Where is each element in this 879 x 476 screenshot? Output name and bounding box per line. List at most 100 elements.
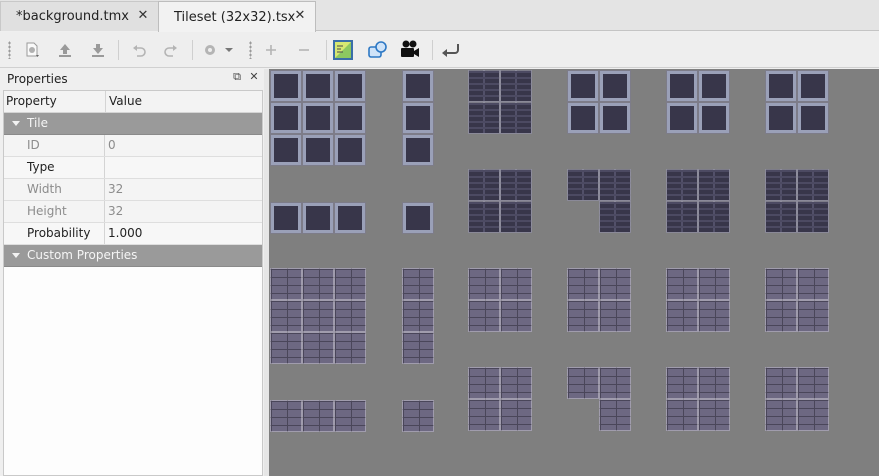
tile[interactable] <box>402 268 434 300</box>
tile[interactable] <box>698 169 730 201</box>
column-header-value[interactable]: Value <box>105 91 142 112</box>
camera-icon[interactable] <box>399 39 421 61</box>
tile[interactable] <box>302 400 334 432</box>
tile[interactable] <box>334 300 366 332</box>
tile[interactable] <box>302 268 334 300</box>
tile[interactable] <box>666 70 698 102</box>
group-tile[interactable]: Tile <box>4 113 262 135</box>
tile[interactable] <box>797 300 829 332</box>
tile[interactable] <box>500 102 532 134</box>
tile[interactable] <box>599 201 631 233</box>
tile[interactable] <box>567 268 599 300</box>
tile[interactable] <box>698 399 730 431</box>
chevron-down-icon[interactable] <box>12 121 20 126</box>
chevron-down-icon[interactable] <box>222 39 236 61</box>
toolbar-grip[interactable] <box>249 41 252 59</box>
tile[interactable] <box>567 367 599 399</box>
float-icon[interactable]: ⧉ <box>231 71 243 83</box>
tile[interactable] <box>468 268 500 300</box>
tile[interactable] <box>765 399 797 431</box>
tile[interactable] <box>270 300 302 332</box>
tile[interactable] <box>334 332 366 364</box>
tile[interactable] <box>402 300 434 332</box>
tile[interactable] <box>797 70 829 102</box>
tile[interactable] <box>270 202 302 234</box>
tile[interactable] <box>765 70 797 102</box>
tile[interactable] <box>334 400 366 432</box>
new-icon[interactable] <box>21 39 43 61</box>
close-icon[interactable]: ✕ <box>248 71 260 83</box>
remove-icon[interactable] <box>293 39 315 61</box>
tile[interactable] <box>567 102 599 134</box>
tile[interactable] <box>666 367 698 399</box>
property-row-probability[interactable]: Probability 1.000 <box>4 223 262 245</box>
tile[interactable] <box>599 70 631 102</box>
tile[interactable] <box>797 102 829 134</box>
tile[interactable] <box>599 399 631 431</box>
tile[interactable] <box>797 399 829 431</box>
tile[interactable] <box>334 202 366 234</box>
tile[interactable] <box>765 300 797 332</box>
shapes-icon[interactable] <box>367 39 389 61</box>
group-custom-properties[interactable]: Custom Properties <box>4 245 262 267</box>
tile[interactable] <box>468 367 500 399</box>
tile[interactable] <box>468 300 500 332</box>
tile[interactable] <box>500 70 532 102</box>
tile[interactable] <box>797 367 829 399</box>
tile[interactable] <box>765 201 797 233</box>
tile[interactable] <box>302 332 334 364</box>
tile[interactable] <box>698 102 730 134</box>
return-icon[interactable] <box>440 39 462 61</box>
column-header-property[interactable]: Property <box>6 94 57 108</box>
upload-icon[interactable] <box>54 39 76 61</box>
tile[interactable] <box>698 300 730 332</box>
tile[interactable] <box>698 367 730 399</box>
property-row-height[interactable]: Height 32 <box>4 201 262 223</box>
tile[interactable] <box>334 268 366 300</box>
tile[interactable] <box>302 202 334 234</box>
tile[interactable] <box>402 202 434 234</box>
tile[interactable] <box>402 332 434 364</box>
property-row-width[interactable]: Width 32 <box>4 179 262 201</box>
property-value[interactable]: 1.000 <box>108 226 142 240</box>
tile[interactable] <box>270 102 302 134</box>
tileset-view[interactable] <box>269 69 879 476</box>
add-icon[interactable] <box>260 39 282 61</box>
tile[interactable] <box>666 169 698 201</box>
tile[interactable] <box>468 399 500 431</box>
tile[interactable] <box>599 102 631 134</box>
tile[interactable] <box>334 134 366 166</box>
tile[interactable] <box>797 201 829 233</box>
download-icon[interactable] <box>87 39 109 61</box>
tile[interactable] <box>599 268 631 300</box>
tile[interactable] <box>765 102 797 134</box>
tile[interactable] <box>270 400 302 432</box>
undo-icon[interactable] <box>128 39 150 61</box>
tile[interactable] <box>270 268 302 300</box>
tile[interactable] <box>500 300 532 332</box>
tile[interactable] <box>599 169 631 201</box>
tile[interactable] <box>797 169 829 201</box>
tile[interactable] <box>302 70 334 102</box>
tile[interactable] <box>698 70 730 102</box>
redo-icon[interactable] <box>160 39 182 61</box>
tab-background-tmx[interactable]: *background.tmx ✕ <box>0 1 159 31</box>
tile[interactable] <box>666 201 698 233</box>
tile[interactable] <box>302 102 334 134</box>
property-row-type[interactable]: Type <box>4 157 262 179</box>
gear-icon[interactable] <box>200 39 222 61</box>
tile[interactable] <box>765 268 797 300</box>
tile[interactable] <box>302 300 334 332</box>
tile[interactable] <box>567 300 599 332</box>
tab-tileset-tsx[interactable]: Tileset (32x32).tsx ✕ <box>158 1 316 32</box>
toolbar-grip[interactable] <box>8 41 11 59</box>
tile[interactable] <box>567 169 599 201</box>
tile[interactable] <box>302 134 334 166</box>
tile[interactable] <box>468 169 500 201</box>
close-icon[interactable]: ✕ <box>136 9 150 23</box>
tile[interactable] <box>270 134 302 166</box>
tile[interactable] <box>334 70 366 102</box>
tile[interactable] <box>500 201 532 233</box>
tile[interactable] <box>666 268 698 300</box>
tile[interactable] <box>698 268 730 300</box>
